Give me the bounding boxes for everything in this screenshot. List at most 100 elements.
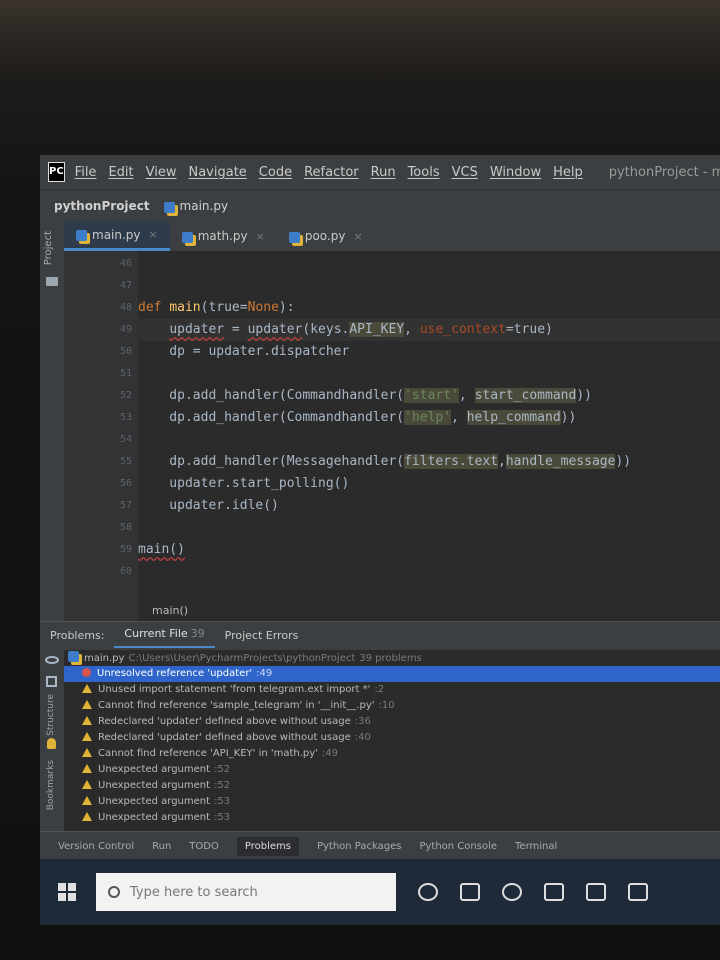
python-console-button[interactable]: Python Console: [419, 841, 497, 852]
editor-tabs: main.py × math.py × poo.py ×: [64, 221, 720, 251]
problem-item[interactable]: Unexpected argument:52: [82, 762, 230, 778]
close-icon[interactable]: ×: [353, 230, 362, 243]
line-number: 58: [119, 522, 132, 533]
eye-icon[interactable]: [45, 656, 59, 664]
code-warning-argument: help_command: [466, 410, 561, 425]
menu-view[interactable]: View: [146, 165, 177, 180]
line-number: 59: [119, 544, 132, 555]
code-text: =: [224, 322, 248, 337]
menu-vcs[interactable]: VCS: [452, 165, 478, 180]
code-unresolved-reference: updater: [247, 322, 303, 337]
folder-icon[interactable]: [46, 277, 58, 286]
menu-edit[interactable]: Edit: [108, 165, 133, 180]
problem-item[interactable]: Unexpected argument:53: [82, 810, 230, 826]
error-icon: [82, 668, 91, 677]
code-line[interactable]: updater.start_polling(): [138, 473, 349, 495]
problem-line: :53: [214, 812, 231, 823]
code-string: 'start': [404, 388, 459, 403]
tab-project-errors[interactable]: Project Errors: [215, 629, 309, 642]
close-icon[interactable]: ×: [256, 230, 265, 243]
line-number: 47: [119, 280, 132, 291]
menu-run[interactable]: Run: [371, 165, 396, 180]
tab-current-file[interactable]: Current File 39: [114, 622, 215, 648]
menu-help[interactable]: Help: [553, 165, 583, 180]
close-icon[interactable]: ×: [149, 228, 158, 241]
problem-line: :52: [214, 764, 231, 775]
code-text: (keys.: [302, 322, 350, 337]
code-line[interactable]: dp.add_handler(Commandhandler('help', he…: [138, 407, 576, 429]
problems-button[interactable]: Problems: [236, 836, 299, 856]
breadcrumb-file[interactable]: main.py: [180, 199, 229, 213]
line-number: 55: [119, 456, 132, 467]
problems-file-row[interactable]: main.py C:\Users\User\PycharmProjects\pyt…: [68, 650, 422, 666]
structure-tool-label[interactable]: Structure: [46, 694, 56, 736]
tab-poo-py[interactable]: poo.py ×: [277, 221, 375, 251]
bookmarks-tool-label[interactable]: Bookmarks: [46, 760, 56, 810]
file-explorer-icon[interactable]: [544, 883, 564, 901]
problem-item[interactable]: Unexpected argument:52: [82, 778, 230, 794]
menu-file[interactable]: File: [75, 165, 97, 180]
python-packages-button[interactable]: Python Packages: [317, 841, 402, 852]
code-warning-argument: start_command: [474, 388, 577, 403]
problems-tabs: Problems: Current File 39 Project Errors: [40, 622, 720, 648]
tab-main-py[interactable]: main.py ×: [64, 221, 170, 251]
code-line[interactable]: main(): [138, 539, 185, 561]
windows-start-icon[interactable]: [58, 883, 76, 901]
problem-item[interactable]: Cannot find reference 'sample_telegram' …: [82, 698, 395, 714]
problem-item-selected[interactable]: Unresolved reference 'updater':49: [64, 666, 720, 682]
breadcrumb-project[interactable]: pythonProject: [54, 199, 150, 213]
problems-panel: Problems: Current File 39 Project Errors …: [40, 621, 720, 832]
menu-refactor[interactable]: Refactor: [304, 165, 359, 180]
cortana-icon[interactable]: [418, 883, 438, 901]
line-number: 49: [119, 324, 132, 335]
code-text: ,: [451, 410, 467, 425]
code-text: ,: [404, 322, 420, 337]
problem-text: Unresolved reference 'updater': [97, 668, 253, 679]
tab-math-py[interactable]: math.py ×: [170, 221, 277, 251]
mail-icon[interactable]: [628, 883, 648, 901]
todo-button[interactable]: TODO: [189, 841, 219, 852]
code-line[interactable]: dp = updater.dispatcher: [138, 341, 349, 363]
problem-line: :52: [214, 780, 231, 791]
code-text: dp.add_handler(Commandhandler(: [138, 388, 405, 403]
edge-browser-icon[interactable]: [502, 883, 522, 901]
run-button[interactable]: Run: [152, 841, 171, 852]
code-line[interactable]: dp.add_handler(Messagehandler(filters.te…: [138, 451, 631, 473]
problem-count: 39: [190, 627, 205, 640]
lightbulb-icon[interactable]: [47, 738, 56, 749]
problem-item[interactable]: Redeclared 'updater' defined above witho…: [82, 730, 371, 746]
menu-code[interactable]: Code: [259, 165, 292, 180]
warning-icon: [82, 748, 92, 757]
code-line[interactable]: def main(true=None):: [138, 297, 295, 319]
preview-icon[interactable]: [46, 676, 57, 687]
menu-tools[interactable]: Tools: [408, 165, 440, 180]
taskbar-search-box[interactable]: Type here to search: [96, 873, 396, 911]
line-number: 46: [119, 258, 132, 269]
code-line[interactable]: dp.add_handler(Commandhandler('start', s…: [138, 385, 592, 407]
problem-item[interactable]: Redeclared 'updater' defined above witho…: [82, 714, 371, 730]
problem-item[interactable]: Unused import statement 'from telegram.e…: [82, 682, 384, 698]
store-icon[interactable]: [586, 883, 606, 901]
problem-text: Unexpected argument: [98, 812, 211, 823]
line-number: 48: [119, 302, 132, 313]
navigation-breadcrumb: pythonProject main.py: [40, 189, 720, 222]
line-number: 51: [119, 368, 132, 379]
warning-icon: [82, 700, 92, 709]
code-keyword: def: [138, 300, 170, 315]
problem-item[interactable]: Unexpected argument:53: [82, 794, 230, 810]
problem-text: Unexpected argument: [98, 796, 211, 807]
code-text: dp.add_handler(Commandhandler(: [138, 410, 405, 425]
code-breadcrumb[interactable]: main(): [138, 601, 720, 621]
version-control-button[interactable]: Version Control: [58, 841, 134, 852]
problem-item[interactable]: Cannot find reference 'API_KEY' in 'math…: [82, 746, 338, 762]
line-number: 57: [119, 500, 132, 511]
project-tool-label[interactable]: Project: [43, 231, 54, 265]
terminal-button[interactable]: Terminal: [515, 841, 557, 852]
code-editor[interactable]: def main(true=None): updater = updater(k…: [138, 251, 720, 621]
menu-window[interactable]: Window: [490, 165, 541, 180]
tool-window-strip: Project: [40, 221, 64, 621]
code-line[interactable]: updater.idle(): [138, 495, 279, 517]
code-line-current[interactable]: updater = updater(keys.API_KEY, use_cont…: [138, 319, 720, 341]
task-view-icon[interactable]: [460, 883, 480, 901]
menu-navigate[interactable]: Navigate: [188, 165, 246, 180]
